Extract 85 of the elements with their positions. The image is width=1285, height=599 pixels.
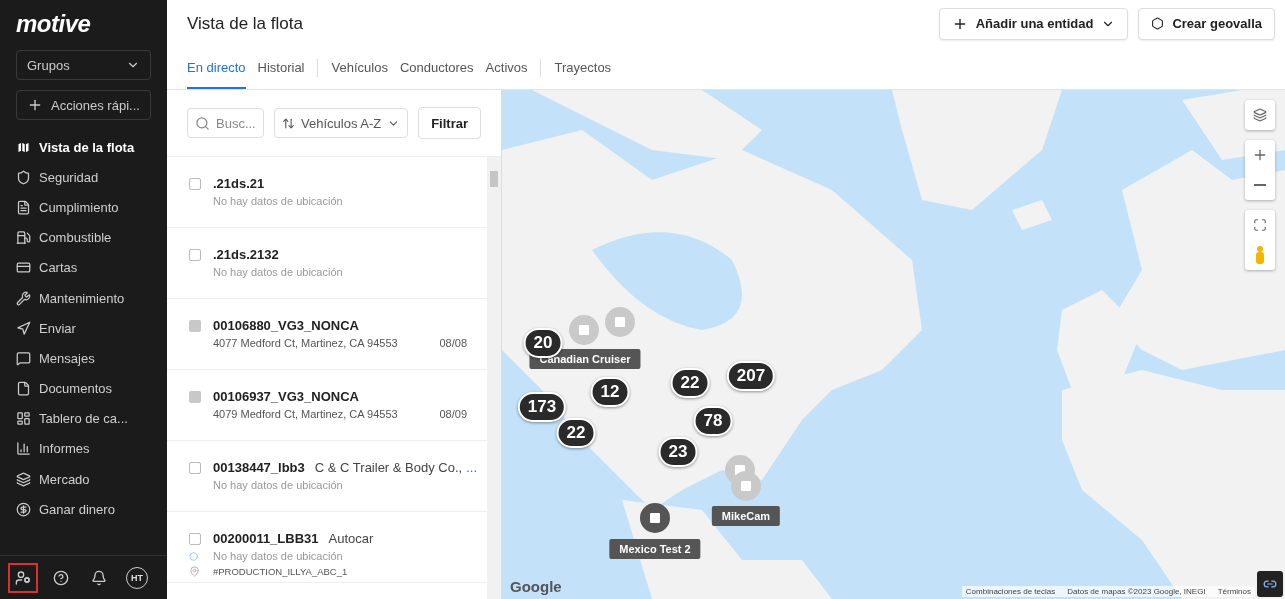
checkbox[interactable] xyxy=(189,178,201,190)
search-field[interactable]: Busc... xyxy=(187,108,265,138)
link-button[interactable] xyxy=(1257,571,1283,597)
tab[interactable]: Trayectos xyxy=(554,47,612,89)
location-text: No hay datos de ubicación xyxy=(213,266,343,278)
sort-icon xyxy=(282,116,296,130)
date-text: 08/08 xyxy=(439,337,467,349)
location-text: No hay datos de ubicación xyxy=(213,195,343,207)
nav-item[interactable]: Mantenimiento xyxy=(16,282,151,314)
fuel-pump-icon xyxy=(16,230,31,246)
attribution-text[interactable]: Datos de mapas ©2023 Google, INEGI xyxy=(1067,587,1206,596)
navigation-icon xyxy=(16,320,31,336)
tab[interactable]: Conductores xyxy=(399,47,474,89)
nav-item[interactable]: Informes xyxy=(16,433,151,465)
vehicle-name: 00106880_VG3_NONCA xyxy=(213,318,359,333)
page-title: Vista de la flota xyxy=(187,13,304,34)
circle-icon xyxy=(189,552,198,561)
nav-item[interactable]: Vista de la flota xyxy=(16,132,151,163)
marker-label: Mexico Test 2 xyxy=(609,539,701,559)
nav-item[interactable]: Seguridad xyxy=(16,162,151,193)
sort-dropdown[interactable]: Vehículos A-Z xyxy=(274,108,409,138)
nav-item[interactable]: Documentos xyxy=(16,373,151,404)
document-icon xyxy=(16,199,31,215)
layers-icon xyxy=(16,471,31,487)
attribution-text[interactable]: Combinaciones de teclas xyxy=(965,587,1056,596)
quick-actions-button[interactable]: Acciones rápi... xyxy=(16,90,151,120)
user-settings-icon xyxy=(15,569,31,586)
nav-item[interactable]: Enviar xyxy=(16,313,151,344)
nav-item[interactable]: Mercado xyxy=(16,464,151,495)
tab[interactable]: Historial xyxy=(257,47,305,89)
tab[interactable]: En directo xyxy=(187,47,246,89)
layers-icon xyxy=(1253,108,1267,122)
file-icon xyxy=(16,381,31,397)
vehicle-name: .21ds.21 xyxy=(213,176,265,191)
vehicle-tag: Autocar xyxy=(328,531,374,546)
nav-item[interactable]: Ganar dinero xyxy=(16,494,151,525)
create-geofence-button[interactable]: Crear geovalla xyxy=(1138,7,1275,40)
dashboard-icon xyxy=(16,411,31,427)
marker-label: MikeCam xyxy=(711,506,781,526)
pin-icon xyxy=(189,566,200,577)
checkbox[interactable] xyxy=(189,462,201,474)
location-text: No hay datos de ubicación xyxy=(213,479,343,491)
add-entity-button[interactable]: Añadir una entidad xyxy=(938,7,1129,40)
nav-item[interactable]: Mensajes xyxy=(16,343,151,374)
groups-dropdown[interactable]: Grupos xyxy=(16,50,151,80)
shield-icon xyxy=(16,169,31,185)
wrench-icon xyxy=(16,290,31,306)
vehicle-name: 00106937_VG3_NONCA xyxy=(213,389,359,404)
chat-icon xyxy=(16,350,31,366)
checkbox[interactable] xyxy=(189,249,201,261)
dollar-icon xyxy=(16,501,31,517)
scrollbar[interactable] xyxy=(487,157,501,599)
nav-item[interactable]: Cumplimiento xyxy=(16,192,151,223)
logo: motive xyxy=(16,10,91,38)
checkbox[interactable] xyxy=(189,533,201,545)
help-icon xyxy=(53,569,69,586)
chart-icon xyxy=(16,441,31,457)
vehicle-tag: C & C Trailer & Body Co., xyxy=(314,460,463,475)
filter-button[interactable]: Filtrar xyxy=(418,107,481,139)
search-icon xyxy=(195,115,210,131)
link-icon xyxy=(1263,577,1277,591)
address-text: 4077 Medford Ct, Martinez, CA 94553 xyxy=(213,337,399,349)
map-icon xyxy=(16,139,31,155)
map-logo: Google xyxy=(510,578,562,595)
vehicle-name: 00200011_LBB31 xyxy=(213,531,319,546)
more-link[interactable]: ... xyxy=(466,460,478,475)
tab[interactable]: Vehículos xyxy=(331,47,388,89)
plus-icon xyxy=(27,97,43,113)
attribution-text[interactable]: Términos xyxy=(1217,587,1251,596)
plus-icon xyxy=(1252,147,1268,163)
fullscreen-icon xyxy=(1253,218,1267,232)
location-text: No hay datos de ubicación xyxy=(213,550,343,562)
vehicle-name: .21ds.2132 xyxy=(213,247,279,262)
vehicle-name: 00138447_lbb3 xyxy=(213,460,305,475)
bell-icon xyxy=(91,569,107,586)
nav-item[interactable]: Tablero de ca... xyxy=(16,403,151,434)
nav-item[interactable]: Cartas xyxy=(16,252,151,283)
polygon-icon xyxy=(1151,17,1165,31)
trip-text: #PRODUCTION_ILLYA_ABC_1 xyxy=(213,566,348,577)
minus-icon xyxy=(1254,184,1266,186)
address-text: 4079 Medford Ct, Martinez, CA 94553 xyxy=(213,408,399,420)
date-text: 08/09 xyxy=(439,408,467,420)
card-icon xyxy=(16,260,31,276)
nav-item[interactable]: Combustible xyxy=(16,222,151,253)
tab[interactable]: Activos xyxy=(485,47,528,89)
